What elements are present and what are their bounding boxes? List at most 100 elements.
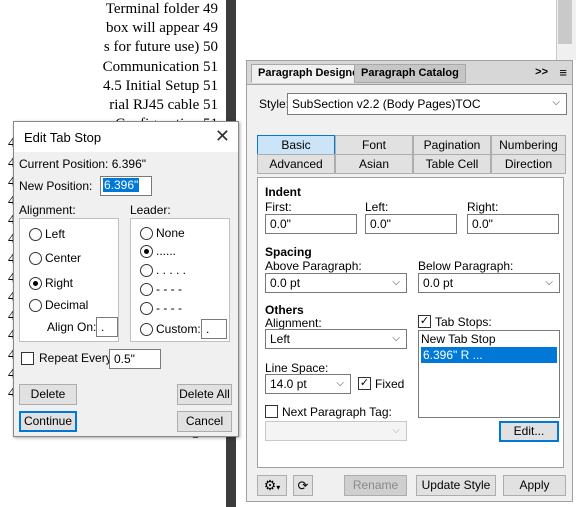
chevron-down-icon: ⌵ (552, 97, 560, 108)
document-line: box will appear 49 (105, 20, 218, 37)
apply-button[interactable]: Apply (503, 475, 566, 496)
above-paragraph-dropdown[interactable]: 0.0 pt ⌵ (265, 273, 407, 293)
repeat-every-label: Repeat Every: (39, 351, 116, 365)
repeat-every-input[interactable]: 0.5" (109, 349, 161, 369)
refresh-icon: ⟳ (297, 478, 309, 493)
below-paragraph-label: Below Paragraph: (418, 259, 514, 273)
category-advanced[interactable]: Advanced (257, 154, 335, 174)
fixed-label: Fixed (375, 377, 405, 391)
category-numbering[interactable]: Numbering (491, 135, 566, 155)
tab-stops-checkbox[interactable]: ✓ (418, 315, 431, 328)
alignment-decimal-label: Decimal (45, 298, 89, 312)
document-line: s for future use) 50 (103, 39, 218, 56)
style-label: Style: (259, 97, 290, 111)
tab-stops-list[interactable]: New Tab Stop 6.396" R ... (418, 330, 560, 418)
custom-leader-input[interactable]: . (201, 319, 227, 339)
continue-button[interactable]: Continue (19, 411, 77, 432)
cancel-button[interactable]: Cancel (177, 411, 232, 432)
edit-tab-stop-button[interactable]: Edit... (499, 421, 559, 442)
chevron-down-icon: ⌵ (545, 277, 553, 288)
list-item[interactable]: 6.396" R ... (421, 347, 557, 363)
delete-all-button[interactable]: Delete All (177, 384, 232, 405)
panel-tab-bar: Paragraph Designer Paragraph Catalog >> … (247, 61, 572, 85)
list-item[interactable]: New Tab Stop (419, 331, 559, 347)
category-table-cell[interactable]: Table Cell (413, 154, 491, 174)
leader-dots-spaced-label: . . . . . (156, 263, 187, 277)
document-line: Terminal folder 49 (105, 1, 218, 17)
chevron-down-icon: ⌵ (392, 425, 400, 436)
style-value: SubSection v2.2 (Body Pages)TOC (292, 97, 481, 111)
leader-dashes-label: - - - - (156, 282, 182, 296)
right-indent-input[interactable]: 0.0" (467, 214, 559, 234)
alignment-label: Alignment: (265, 316, 322, 330)
rename-button[interactable]: Rename (344, 475, 407, 496)
align-on-input[interactable]: . (96, 317, 118, 337)
basic-properties: Indent First: 0.0" Left: 0.0" Right: 0.0… (257, 177, 564, 468)
panel-footer: ⚙▾ ⟳ Rename Update Style Apply (247, 471, 572, 503)
left-indent-label: Left: (365, 200, 389, 214)
next-paragraph-checkbox[interactable] (265, 405, 278, 418)
document-line: rial RJ45 cable 51 (109, 97, 218, 114)
radio-leader-dashes-spaced[interactable] (140, 302, 153, 315)
panel-menu-icon[interactable]: ≡ (559, 65, 567, 80)
current-position-text: Current Position: 6.396" (19, 157, 146, 171)
alignment-right-label: Right (45, 276, 74, 290)
radio-center[interactable] (29, 252, 42, 265)
above-paragraph-label: Above Paragraph: (265, 259, 362, 273)
radio-decimal[interactable] (29, 299, 42, 312)
delete-button[interactable]: Delete (19, 384, 77, 405)
style-dropdown[interactable]: SubSection v2.2 (Body Pages)TOC ⌵ (287, 93, 567, 115)
left-indent-input[interactable]: 0.0" (365, 214, 457, 234)
scrollbar-thumb[interactable] (558, 0, 572, 44)
fixed-checkbox[interactable]: ✓ (358, 377, 371, 390)
new-position-label: New Position: (19, 179, 93, 193)
leader-dots-tight-label: ...... (156, 244, 177, 258)
radio-right[interactable] (29, 277, 42, 290)
panel-overflow-icon[interactable]: >> (535, 66, 548, 78)
refresh-button[interactable]: ⟳ (293, 475, 313, 496)
update-style-button[interactable]: Update Style (416, 475, 496, 496)
gear-icon: ⚙ (263, 477, 277, 493)
first-indent-input[interactable]: 0.0" (265, 214, 357, 234)
close-icon[interactable]: ✕ (215, 126, 230, 147)
next-paragraph-label: Next Paragraph Tag: (282, 405, 392, 419)
category-asian[interactable]: Asian (335, 154, 413, 174)
radio-leader-dots-tight[interactable] (140, 245, 153, 258)
below-paragraph-dropdown[interactable]: 0.0 pt ⌵ (418, 273, 560, 293)
radio-left[interactable] (29, 228, 42, 241)
line-space-dropdown[interactable]: 14.0 pt ⌵ (265, 374, 351, 394)
settings-menu-button[interactable]: ⚙▾ (257, 475, 287, 496)
tab-stops-label: Tab Stops: (435, 315, 492, 329)
spacing-heading: Spacing (265, 245, 312, 259)
alignment-dropdown[interactable]: Left ⌵ (265, 329, 407, 349)
leader-none-label: None (156, 226, 185, 240)
repeat-every-checkbox[interactable] (21, 352, 34, 365)
new-position-input[interactable]: 6.396" (100, 176, 152, 196)
indent-heading: Indent (265, 185, 301, 199)
dialog-title: Edit Tab Stop (24, 130, 102, 145)
alignment-left-label: Left (45, 227, 66, 241)
first-indent-label: First: (265, 200, 292, 214)
category-font[interactable]: Font (335, 135, 413, 155)
leader-dashes-spaced-label: - - - - (156, 301, 182, 315)
others-heading: Others (265, 303, 304, 317)
line-space-label: Line Space: (265, 361, 329, 375)
alignment-center-label: Center (45, 251, 82, 265)
next-paragraph-dropdown[interactable]: ⌵ (265, 421, 407, 441)
dialog-title-bar[interactable]: Edit Tab Stop ✕ (14, 122, 238, 152)
alignment-group: Left Center Right Decimal Align On: . (19, 218, 119, 342)
radio-leader-none[interactable] (140, 227, 153, 240)
radio-leader-dots-spaced[interactable] (140, 264, 153, 277)
category-pagination[interactable]: Pagination (413, 135, 491, 155)
category-direction[interactable]: Direction (491, 154, 566, 174)
radio-leader-custom[interactable] (140, 323, 153, 336)
category-basic[interactable]: Basic (257, 135, 335, 155)
new-position-value: 6.396" (103, 178, 140, 192)
tab-paragraph-designer[interactable]: Paragraph Designer (251, 64, 370, 83)
align-on-label: Align On: (47, 320, 97, 334)
leader-group: None ...... . . . . . - - - - - - - - Cu… (130, 218, 230, 342)
tab-paragraph-catalog[interactable]: Paragraph Catalog (354, 64, 466, 83)
leader-custom-label: Custom: (156, 322, 201, 336)
radio-leader-dashes[interactable] (140, 283, 153, 296)
alignment-label: Alignment: (19, 203, 76, 217)
